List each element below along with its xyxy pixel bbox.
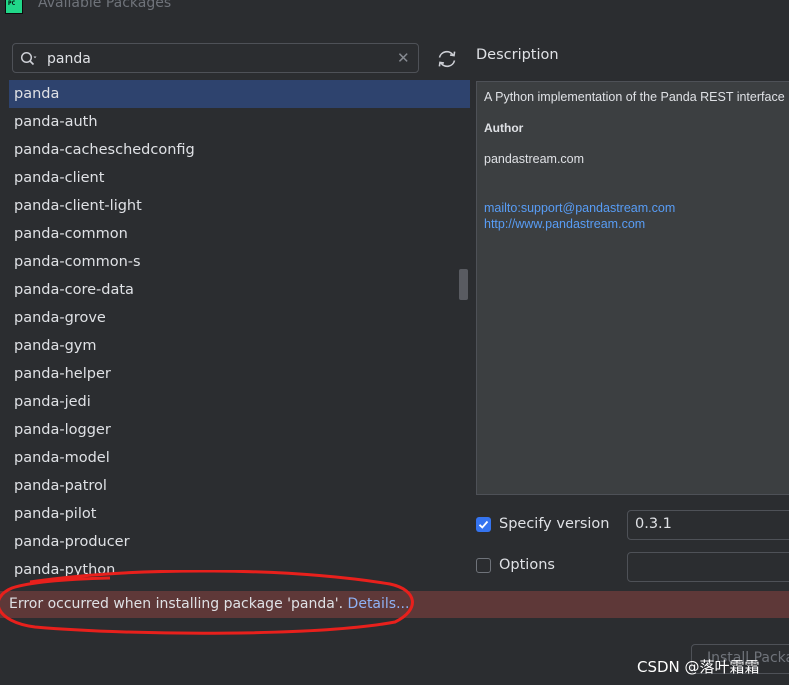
email-link[interactable]: mailto:support@pandastream.com [484, 201, 675, 215]
specify-version-label[interactable]: Specify version [499, 516, 609, 532]
package-list-item[interactable]: panda-client [9, 164, 470, 192]
package-list-item[interactable]: panda-helper [9, 360, 470, 388]
error-banner: Error occurred when installing package '… [0, 591, 789, 618]
checkmark-icon [478, 520, 489, 529]
version-value: 0.3.1 [635, 516, 672, 532]
description-panel: A Python implementation of the Panda RES… [476, 81, 789, 495]
package-list-item[interactable]: panda-python [9, 556, 470, 584]
package-list-item[interactable]: panda-cacheschedconfig [9, 136, 470, 164]
clear-search-icon[interactable]: ✕ [397, 50, 410, 66]
author-value: pandastream.com [484, 152, 585, 166]
website-link[interactable]: http://www.pandastream.com [484, 217, 645, 231]
package-list-item[interactable]: panda-client-light [9, 192, 470, 220]
pycharm-logo-icon: PC [5, 0, 23, 14]
version-select[interactable]: 0.3.1 [627, 510, 789, 540]
package-list-item[interactable]: panda-gym [9, 332, 470, 360]
search-box[interactable]: ✕ [12, 43, 419, 73]
csdn-watermark: CSDN @落叶霜霜 [637, 658, 760, 676]
title-bar: PC Available Packages [0, 0, 789, 28]
specify-version-checkbox[interactable] [476, 517, 491, 532]
package-list-item[interactable]: panda-jedi [9, 388, 470, 416]
error-details-link[interactable]: Details... [348, 596, 410, 612]
package-list-item[interactable]: panda-logger [9, 416, 470, 444]
package-list-item[interactable]: panda [9, 80, 470, 108]
package-list-item[interactable]: panda-patrol [9, 472, 470, 500]
options-label[interactable]: Options [499, 557, 555, 573]
window-title: Available Packages [38, 0, 172, 11]
package-list-item[interactable]: panda-pilot [9, 500, 470, 528]
options-input[interactable] [627, 552, 789, 582]
list-scrollbar-thumb[interactable] [459, 269, 468, 300]
package-list-item[interactable]: panda-model [9, 444, 470, 472]
error-message: Error occurred when installing package '… [9, 596, 348, 612]
package-list-item[interactable]: panda-common-s [9, 248, 470, 276]
refresh-icon[interactable] [434, 46, 460, 72]
description-heading: Description [476, 47, 559, 63]
search-input[interactable] [47, 49, 377, 69]
search-icon[interactable] [20, 51, 38, 67]
package-list-item[interactable]: panda-auth [9, 108, 470, 136]
package-list-item[interactable]: panda-grove [9, 304, 470, 332]
package-summary: A Python implementation of the Panda RES… [484, 90, 785, 104]
package-list[interactable]: panda panda-auth panda-cacheschedconfig … [9, 80, 470, 586]
options-checkbox[interactable] [476, 558, 491, 573]
author-label: Author [484, 121, 524, 135]
package-list-item[interactable]: panda-core-data [9, 276, 470, 304]
package-list-item[interactable]: panda-common [9, 220, 470, 248]
package-list-item[interactable]: panda-producer [9, 528, 470, 556]
